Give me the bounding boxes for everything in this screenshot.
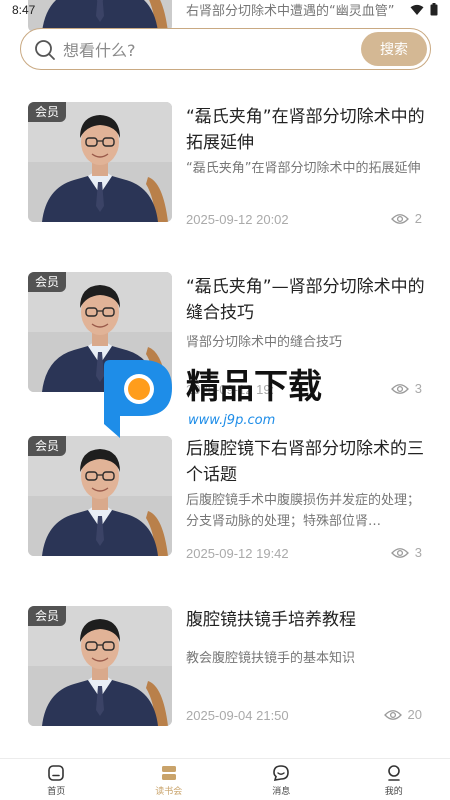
member-badge: 会员	[28, 272, 67, 292]
member-badge: 会员	[28, 436, 67, 456]
nav-messages-label: 消息	[272, 787, 291, 797]
status-time: 8:47	[12, 3, 36, 17]
item-title[interactable]: 后腹腔镜下右肾部分切除术的三个话题	[186, 436, 426, 488]
nav-book-club-label: 读书会	[155, 787, 183, 797]
nav-home[interactable]: 首页	[0, 759, 113, 800]
message-icon	[273, 765, 290, 781]
list-item[interactable]: 会员 腹腔镜扶镜手培养教程 教会腹腔镜扶镜手的基本知识 2025-09-04 2…	[0, 588, 450, 758]
item-title[interactable]: 腹腔镜扶镜手培养教程	[186, 607, 426, 633]
eye-icon	[383, 709, 402, 720]
item-description: 教会腹腔镜扶镜手的基本知识	[186, 651, 356, 666]
book-club-icon	[161, 766, 176, 780]
item-views: 3	[390, 545, 422, 560]
wifi-icon	[410, 4, 424, 15]
item-title[interactable]: “磊氏夹角”—肾部分切除术中的缝合技巧	[186, 274, 426, 326]
item-date: 2025-09-12 19:42	[186, 546, 289, 561]
nav-mine-label: 我的	[384, 787, 403, 797]
nav-home-label: 首页	[47, 787, 66, 797]
nav-book-club[interactable]: 读书会	[113, 759, 226, 800]
item-description: 肾部分切除术中的缝合技巧	[186, 335, 343, 350]
bottom-nav: 首页 读书会 消息 我的	[0, 758, 450, 800]
status-icons	[410, 3, 438, 16]
item-thumbnail[interactable]: 会员	[28, 102, 172, 222]
eye-icon	[390, 383, 409, 394]
view-count: 20	[407, 707, 422, 722]
item-views: 20	[383, 707, 422, 722]
home-icon	[48, 765, 65, 781]
member-badge: 会员	[28, 102, 67, 122]
item-date: 2025-09-04 21:50	[186, 708, 289, 723]
item-date: 2025-09-12 20:02	[186, 212, 289, 227]
item-date: 2025-09-12 19:	[186, 382, 275, 397]
item-thumbnail[interactable]: 会员	[28, 272, 172, 392]
list-item[interactable]: 会员 “磊氏夹角”在肾部分切除术中的拓展延伸 “磊氏夹角”在肾部分切除术中的拓展…	[0, 82, 450, 252]
view-count: 3	[414, 381, 422, 396]
list-item[interactable]: 会员 “磊氏夹角”—肾部分切除术中的缝合技巧 肾部分切除术中的缝合技巧 2025…	[0, 252, 450, 422]
header-area: 右肾部分切除术中遭遇的“幽灵血管” 8:47 搜索	[0, 0, 450, 82]
eye-icon	[390, 547, 409, 558]
item-views: 2	[390, 211, 422, 226]
view-count: 2	[414, 211, 422, 226]
view-count: 3	[414, 545, 422, 560]
search-icon	[35, 40, 55, 60]
eye-icon	[390, 213, 409, 224]
item-views: 3	[390, 381, 422, 396]
item-description: 后腹腔镜手术中腹膜损伤并发症的处理；分支肾动脉的处理；特殊部位肾…	[186, 493, 421, 529]
item-thumbnail[interactable]: 会员	[28, 436, 172, 556]
item-thumbnail[interactable]: 会员	[28, 606, 172, 726]
profile-icon	[387, 765, 400, 781]
search-input[interactable]	[63, 37, 363, 63]
item-title[interactable]: “磊氏夹角”在肾部分切除术中的拓展延伸	[186, 104, 426, 156]
item-description: “磊氏夹角”在肾部分切除术中的拓展延伸	[186, 161, 421, 176]
member-badge: 会员	[28, 606, 67, 626]
battery-icon	[430, 3, 438, 16]
status-bar: 8:47	[0, 0, 450, 22]
search-bar: 搜索	[20, 28, 431, 70]
nav-mine[interactable]: 我的	[338, 759, 450, 800]
search-button[interactable]: 搜索	[361, 32, 427, 66]
nav-messages[interactable]: 消息	[225, 759, 338, 800]
list-item[interactable]: 会员 后腹腔镜下右肾部分切除术的三个话题 后腹腔镜手术中腹膜损伤并发症的处理；分…	[0, 422, 450, 592]
